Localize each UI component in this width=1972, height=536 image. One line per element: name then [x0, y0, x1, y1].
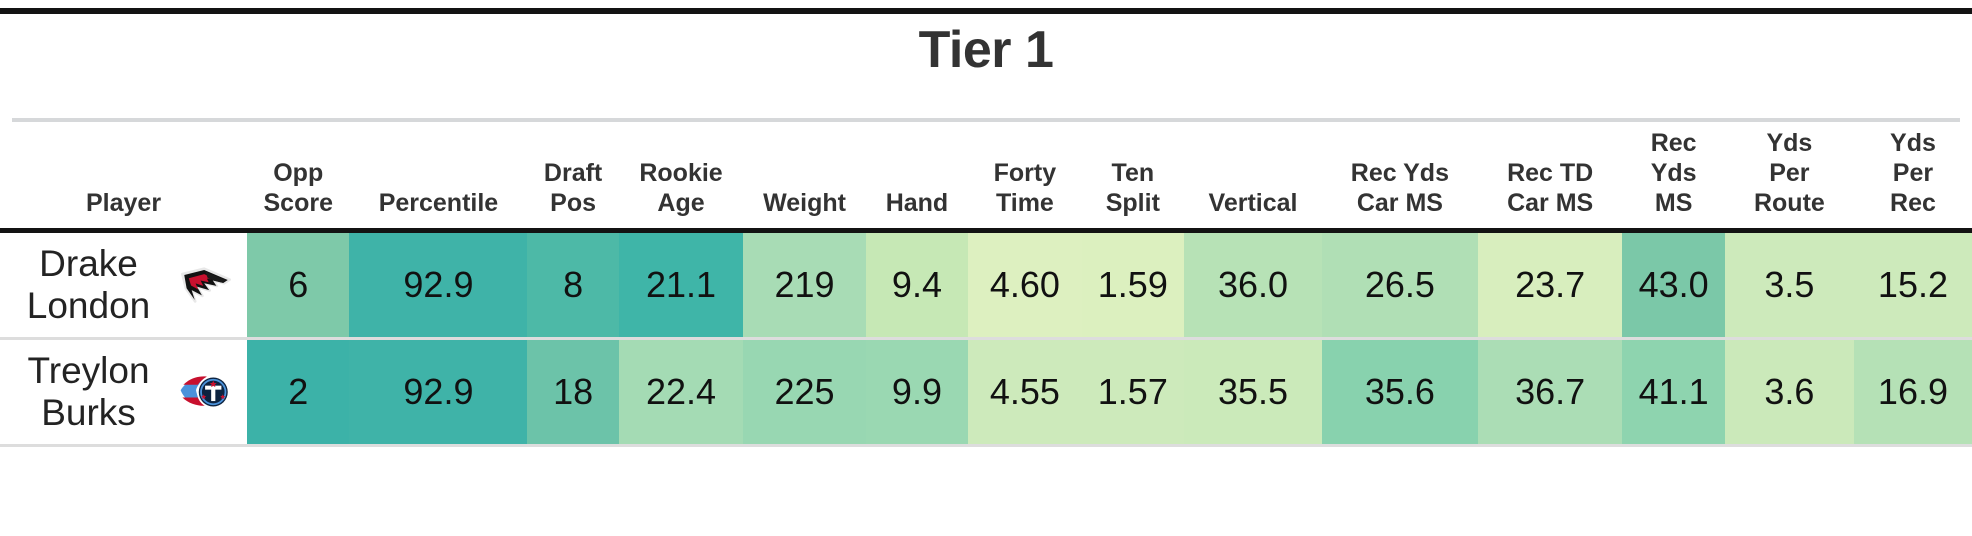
stat-cell-percentile[interactable]: 92.9	[349, 338, 528, 446]
column-header-label: Player	[85, 189, 162, 217]
stat-cell-draft_pos[interactable]: 18	[527, 338, 619, 446]
column-header-label: Rec Yds MS	[1650, 129, 1697, 217]
column-header-label: Yds Per Rec	[1890, 129, 1936, 217]
column-header-label: Weight	[763, 189, 846, 217]
stat-cell-rec_yds_ms[interactable]: 43.0	[1622, 230, 1725, 339]
column-header-vertical[interactable]: Vertical	[1184, 122, 1322, 231]
column-header-percentile[interactable]: Percentile	[349, 122, 528, 231]
column-header-label: Rec TD Car MS	[1507, 159, 1594, 217]
tier-table-page: Tier 1 Player Opp Score Percentile Draft Po…	[0, 0, 1972, 536]
column-header-opp_score[interactable]: Opp Score	[247, 122, 350, 231]
stat-cell-hand[interactable]: 9.9	[865, 338, 969, 446]
stat-cell-ten_split[interactable]: 1.59	[1081, 230, 1185, 339]
column-header-label: Ten Split	[1105, 159, 1160, 217]
column-header-label: Vertical	[1208, 189, 1298, 217]
stat-cell-rec_td_car_ms[interactable]: 36.7	[1477, 338, 1623, 446]
table-header: Player Opp Score Percentile Draft Pos Rookie…	[0, 122, 1972, 231]
column-header-label: Rec Yds Car MS	[1350, 159, 1449, 217]
table-row[interactable]: Drake London 6 92.9 8 21.1 219 9.4 4.60 1.59 36.0…	[0, 230, 1972, 339]
stat-cell-opp_score[interactable]: 6	[247, 230, 350, 339]
stat-cell-rec_yds_ms[interactable]: 41.1	[1622, 338, 1725, 446]
player-name: Treylon Burks	[27, 350, 150, 433]
column-header-yds_per_route[interactable]: Yds Per Route	[1724, 122, 1854, 231]
table-row[interactable]: Treylon Burks 2 92.9 18 22.4 225 9.9 4.55 1.57 35…	[0, 338, 1972, 446]
player-stats-table: Player Opp Score Percentile Draft Pos Rookie…	[0, 122, 1972, 447]
column-header-player[interactable]: Player	[0, 122, 248, 231]
column-header-rec_yds_car_ms[interactable]: Rec Yds Car MS	[1322, 122, 1478, 231]
stat-cell-rec_yds_car_ms[interactable]: 35.6	[1322, 338, 1478, 446]
stat-cell-yds_per_route[interactable]: 3.6	[1724, 338, 1854, 446]
player-name: Drake London	[26, 243, 151, 326]
column-header-rec_td_car_ms[interactable]: Rec TD Car MS	[1477, 122, 1623, 231]
column-header-label: Forty Time	[993, 159, 1057, 217]
stat-cell-draft_pos[interactable]: 8	[527, 230, 619, 339]
stat-cell-yds_per_rec[interactable]: 16.9	[1853, 338, 1972, 446]
player-cell-inner: Drake London	[0, 233, 247, 337]
stat-cell-rookie_age[interactable]: 22.4	[618, 338, 744, 446]
stat-cell-rec_yds_car_ms[interactable]: 26.5	[1322, 230, 1478, 339]
team-logo	[177, 363, 235, 421]
stat-cell-forty_time[interactable]: 4.55	[968, 338, 1082, 446]
stat-cell-weight[interactable]: 225	[743, 338, 866, 446]
stat-cell-ten_split[interactable]: 1.57	[1081, 338, 1185, 446]
table-body: Drake London 6 92.9 8 21.1 219 9.4 4.60 1.59 36.0…	[0, 230, 1972, 446]
player-cell[interactable]: Drake London	[0, 230, 248, 339]
stat-cell-forty_time[interactable]: 4.60	[968, 230, 1082, 339]
stat-cell-percentile[interactable]: 92.9	[349, 230, 528, 339]
stat-cell-vertical[interactable]: 36.0	[1184, 230, 1322, 339]
header-row: Player Opp Score Percentile Draft Pos Rookie…	[0, 122, 1972, 231]
column-header-label: Yds Per Route	[1753, 129, 1825, 217]
player-cell-inner: Treylon Burks	[0, 340, 247, 444]
column-header-weight[interactable]: Weight	[743, 122, 866, 231]
tennessee-titans-logo-icon	[180, 375, 230, 409]
column-header-rec_yds_ms[interactable]: Rec Yds MS	[1622, 122, 1725, 231]
column-header-hand[interactable]: Hand	[865, 122, 969, 231]
stat-cell-vertical[interactable]: 35.5	[1184, 338, 1322, 446]
stat-cell-yds_per_rec[interactable]: 15.2	[1853, 230, 1972, 339]
column-header-label: Percentile	[378, 189, 499, 217]
column-header-ten_split[interactable]: Ten Split	[1081, 122, 1185, 231]
team-logo	[177, 256, 235, 314]
column-header-label: Rookie Age	[639, 159, 723, 217]
column-header-forty_time[interactable]: Forty Time	[968, 122, 1082, 231]
top-divider	[0, 8, 1972, 14]
column-header-rookie_age[interactable]: Rookie Age	[618, 122, 744, 231]
page-title: Tier 1	[918, 21, 1054, 79]
column-header-label: Hand	[885, 189, 949, 217]
stat-cell-weight[interactable]: 219	[743, 230, 866, 339]
stat-cell-hand[interactable]: 9.4	[865, 230, 969, 339]
stat-cell-yds_per_route[interactable]: 3.5	[1724, 230, 1854, 339]
column-header-label: Draft Pos	[543, 159, 603, 217]
column-header-yds_per_rec[interactable]: Yds Per Rec	[1853, 122, 1972, 231]
stat-cell-opp_score[interactable]: 2	[247, 338, 350, 446]
column-header-draft_pos[interactable]: Draft Pos	[527, 122, 619, 231]
stat-cell-rookie_age[interactable]: 21.1	[618, 230, 744, 339]
column-header-label: Opp Score	[263, 159, 333, 217]
stat-cell-rec_td_car_ms[interactable]: 23.7	[1477, 230, 1623, 339]
player-cell[interactable]: Treylon Burks	[0, 338, 248, 446]
atlanta-falcons-logo-icon	[181, 267, 231, 303]
